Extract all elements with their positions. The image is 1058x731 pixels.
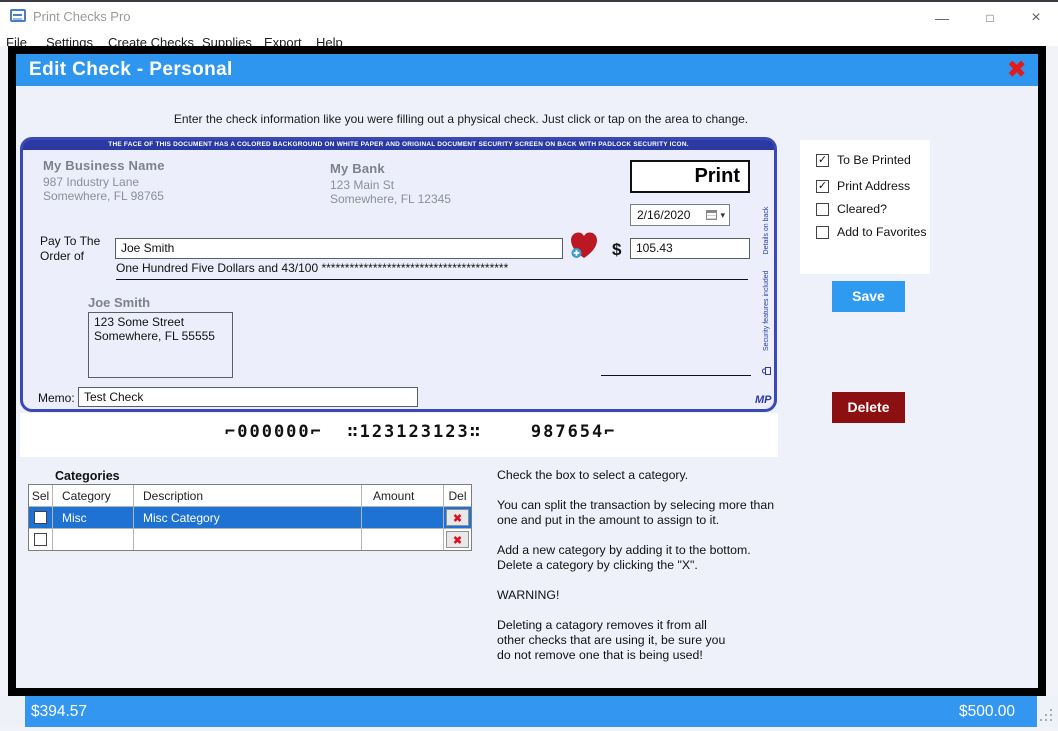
header-category: Category (53, 485, 134, 506)
header-del: Del (444, 485, 471, 506)
balance-right: $500.00 (959, 703, 1015, 721)
to-be-printed-checkbox[interactable]: ✓ (816, 154, 829, 167)
date-value: 2/16/2020 (637, 208, 706, 222)
header-sel: Sel (29, 485, 53, 506)
bank-address: 123 Main St Somewhere, FL 12345 (330, 178, 451, 206)
amount-cell[interactable] (362, 507, 444, 528)
bank-name: My Bank (330, 161, 451, 176)
help-paragraph: Check the box to select a category. (497, 468, 832, 483)
row-select-checkbox[interactable] (34, 511, 47, 524)
currency-symbol: $ (612, 240, 621, 260)
option-print-address: ✓ Print Address (816, 179, 930, 193)
help-paragraph: Add a new category by adding it to the b… (497, 543, 832, 573)
dialog-close-icon[interactable]: × (1009, 54, 1024, 85)
save-button[interactable]: Save (832, 281, 905, 312)
instruction-text: Enter the check information like you wer… (16, 112, 906, 126)
security-banner: THE FACE OF THIS DOCUMENT HAS A COLORED … (23, 140, 774, 150)
header-amount: Amount (362, 485, 444, 506)
pay-to-label: Pay To The Order of (40, 234, 100, 264)
option-cleared: Cleared? (816, 202, 930, 216)
micr-band: ⌐000000⌐ ∷123123123∷ 987654⌐ (20, 413, 778, 457)
resize-grip[interactable] (1050, 719, 1052, 721)
row-select-checkbox[interactable] (34, 533, 47, 546)
amount-in-words: One Hundred Five Dollars and 43/100 ****… (116, 261, 748, 280)
table-row[interactable]: Misc Misc Category × (29, 506, 471, 528)
window-close-button[interactable]: × (1022, 8, 1050, 28)
statusbar-fill: $394.57 $500.00 (25, 696, 1037, 727)
check-preview: THE FACE OF THIS DOCUMENT HAS A COLORED … (20, 137, 777, 412)
add-to-favorites-checkbox[interactable] (816, 226, 829, 239)
categories-header-row: Sel Category Description Amount Del (29, 485, 471, 506)
titlebar: Print Checks Pro — □ × (0, 2, 1058, 31)
payee-address-box[interactable]: 123 Some Street Somewhere, FL 55555 (88, 312, 233, 378)
cleared-checkbox[interactable] (816, 203, 829, 216)
print-button[interactable]: Print (630, 160, 750, 193)
help-paragraph: Deleting a catagory removes it from all … (497, 618, 832, 663)
security-side-text: Security features included Details on ba… (760, 185, 772, 375)
business-info-block[interactable]: My Business Name 987 Industry Lane Somew… (43, 158, 165, 203)
amount-cell[interactable] (362, 529, 444, 550)
table-row[interactable]: × (29, 528, 471, 550)
menubar: File Settings Create Checks Supplies Exp… (0, 31, 1058, 46)
date-picker[interactable]: 2/16/2020 ▾ (630, 204, 730, 226)
memo-field[interactable]: Test Check (78, 387, 418, 407)
favorite-heart-icon[interactable] (568, 230, 600, 260)
padlock-icon (762, 367, 771, 375)
edit-check-dialog: Edit Check - Personal × Enter the check … (8, 46, 1046, 696)
business-address: 987 Industry Lane Somewhere, FL 98765 (43, 175, 165, 203)
delete-category-button[interactable]: × (446, 509, 469, 526)
categories-table: Sel Category Description Amount Del Misc… (28, 484, 472, 551)
dialog-header: Edit Check - Personal × (16, 54, 1038, 86)
maximize-button[interactable]: □ (976, 8, 1004, 28)
check-options-panel: ✓ To Be Printed ✓ Print Address Cleared?… (800, 140, 930, 274)
description-cell[interactable] (134, 529, 362, 550)
help-paragraph: You can split the transaction by selecin… (497, 498, 832, 528)
statusbar: $394.57 $500.00 (0, 696, 1058, 727)
app-window: Print Checks Pro — □ × File Settings Cre… (0, 0, 1058, 731)
balance-left: $394.57 (31, 703, 87, 721)
menu-export[interactable]: Export (264, 33, 302, 46)
category-cell[interactable]: Misc (53, 507, 134, 528)
dialog-title: Edit Check - Personal (29, 54, 233, 86)
menu-file[interactable]: File (6, 33, 27, 46)
payee-name-label[interactable]: Joe Smith (88, 295, 150, 310)
menu-create-checks[interactable]: Create Checks (108, 33, 194, 46)
calendar-icon (706, 210, 717, 220)
menu-settings[interactable]: Settings (46, 33, 93, 46)
delete-button[interactable]: Delete (832, 392, 905, 423)
category-cell[interactable] (53, 529, 134, 550)
bank-info-block[interactable]: My Bank 123 Main St Somewhere, FL 12345 (330, 161, 451, 206)
menu-supplies[interactable]: Supplies (202, 33, 252, 46)
description-cell[interactable]: Misc Category (134, 507, 362, 528)
minimize-button[interactable]: — (928, 8, 956, 28)
help-warning: WARNING! (497, 588, 832, 603)
business-name: My Business Name (43, 158, 165, 173)
signature-line (601, 375, 751, 376)
option-to-be-printed: ✓ To Be Printed (816, 153, 930, 167)
header-description: Description (134, 485, 362, 506)
categories-title: Categories (55, 469, 120, 483)
print-address-checkbox[interactable]: ✓ (816, 180, 829, 193)
app-icon (10, 9, 26, 22)
memo-label: Memo: (38, 391, 75, 405)
delete-category-button[interactable]: × (446, 531, 469, 548)
amount-field[interactable]: 105.43 (630, 238, 750, 259)
option-add-to-favorites: Add to Favorites (816, 225, 930, 239)
micr-line: ⌐000000⌐ ∷123123123∷ 987654⌐ (225, 422, 617, 442)
chevron-down-icon[interactable]: ▾ (720, 210, 725, 221)
payee-field[interactable]: Joe Smith (115, 238, 563, 259)
mp-logo: MP (755, 394, 772, 406)
category-help-text: Check the box to select a category. You … (497, 468, 832, 678)
app-title: Print Checks Pro (33, 9, 131, 24)
menu-help[interactable]: Help (316, 33, 343, 46)
